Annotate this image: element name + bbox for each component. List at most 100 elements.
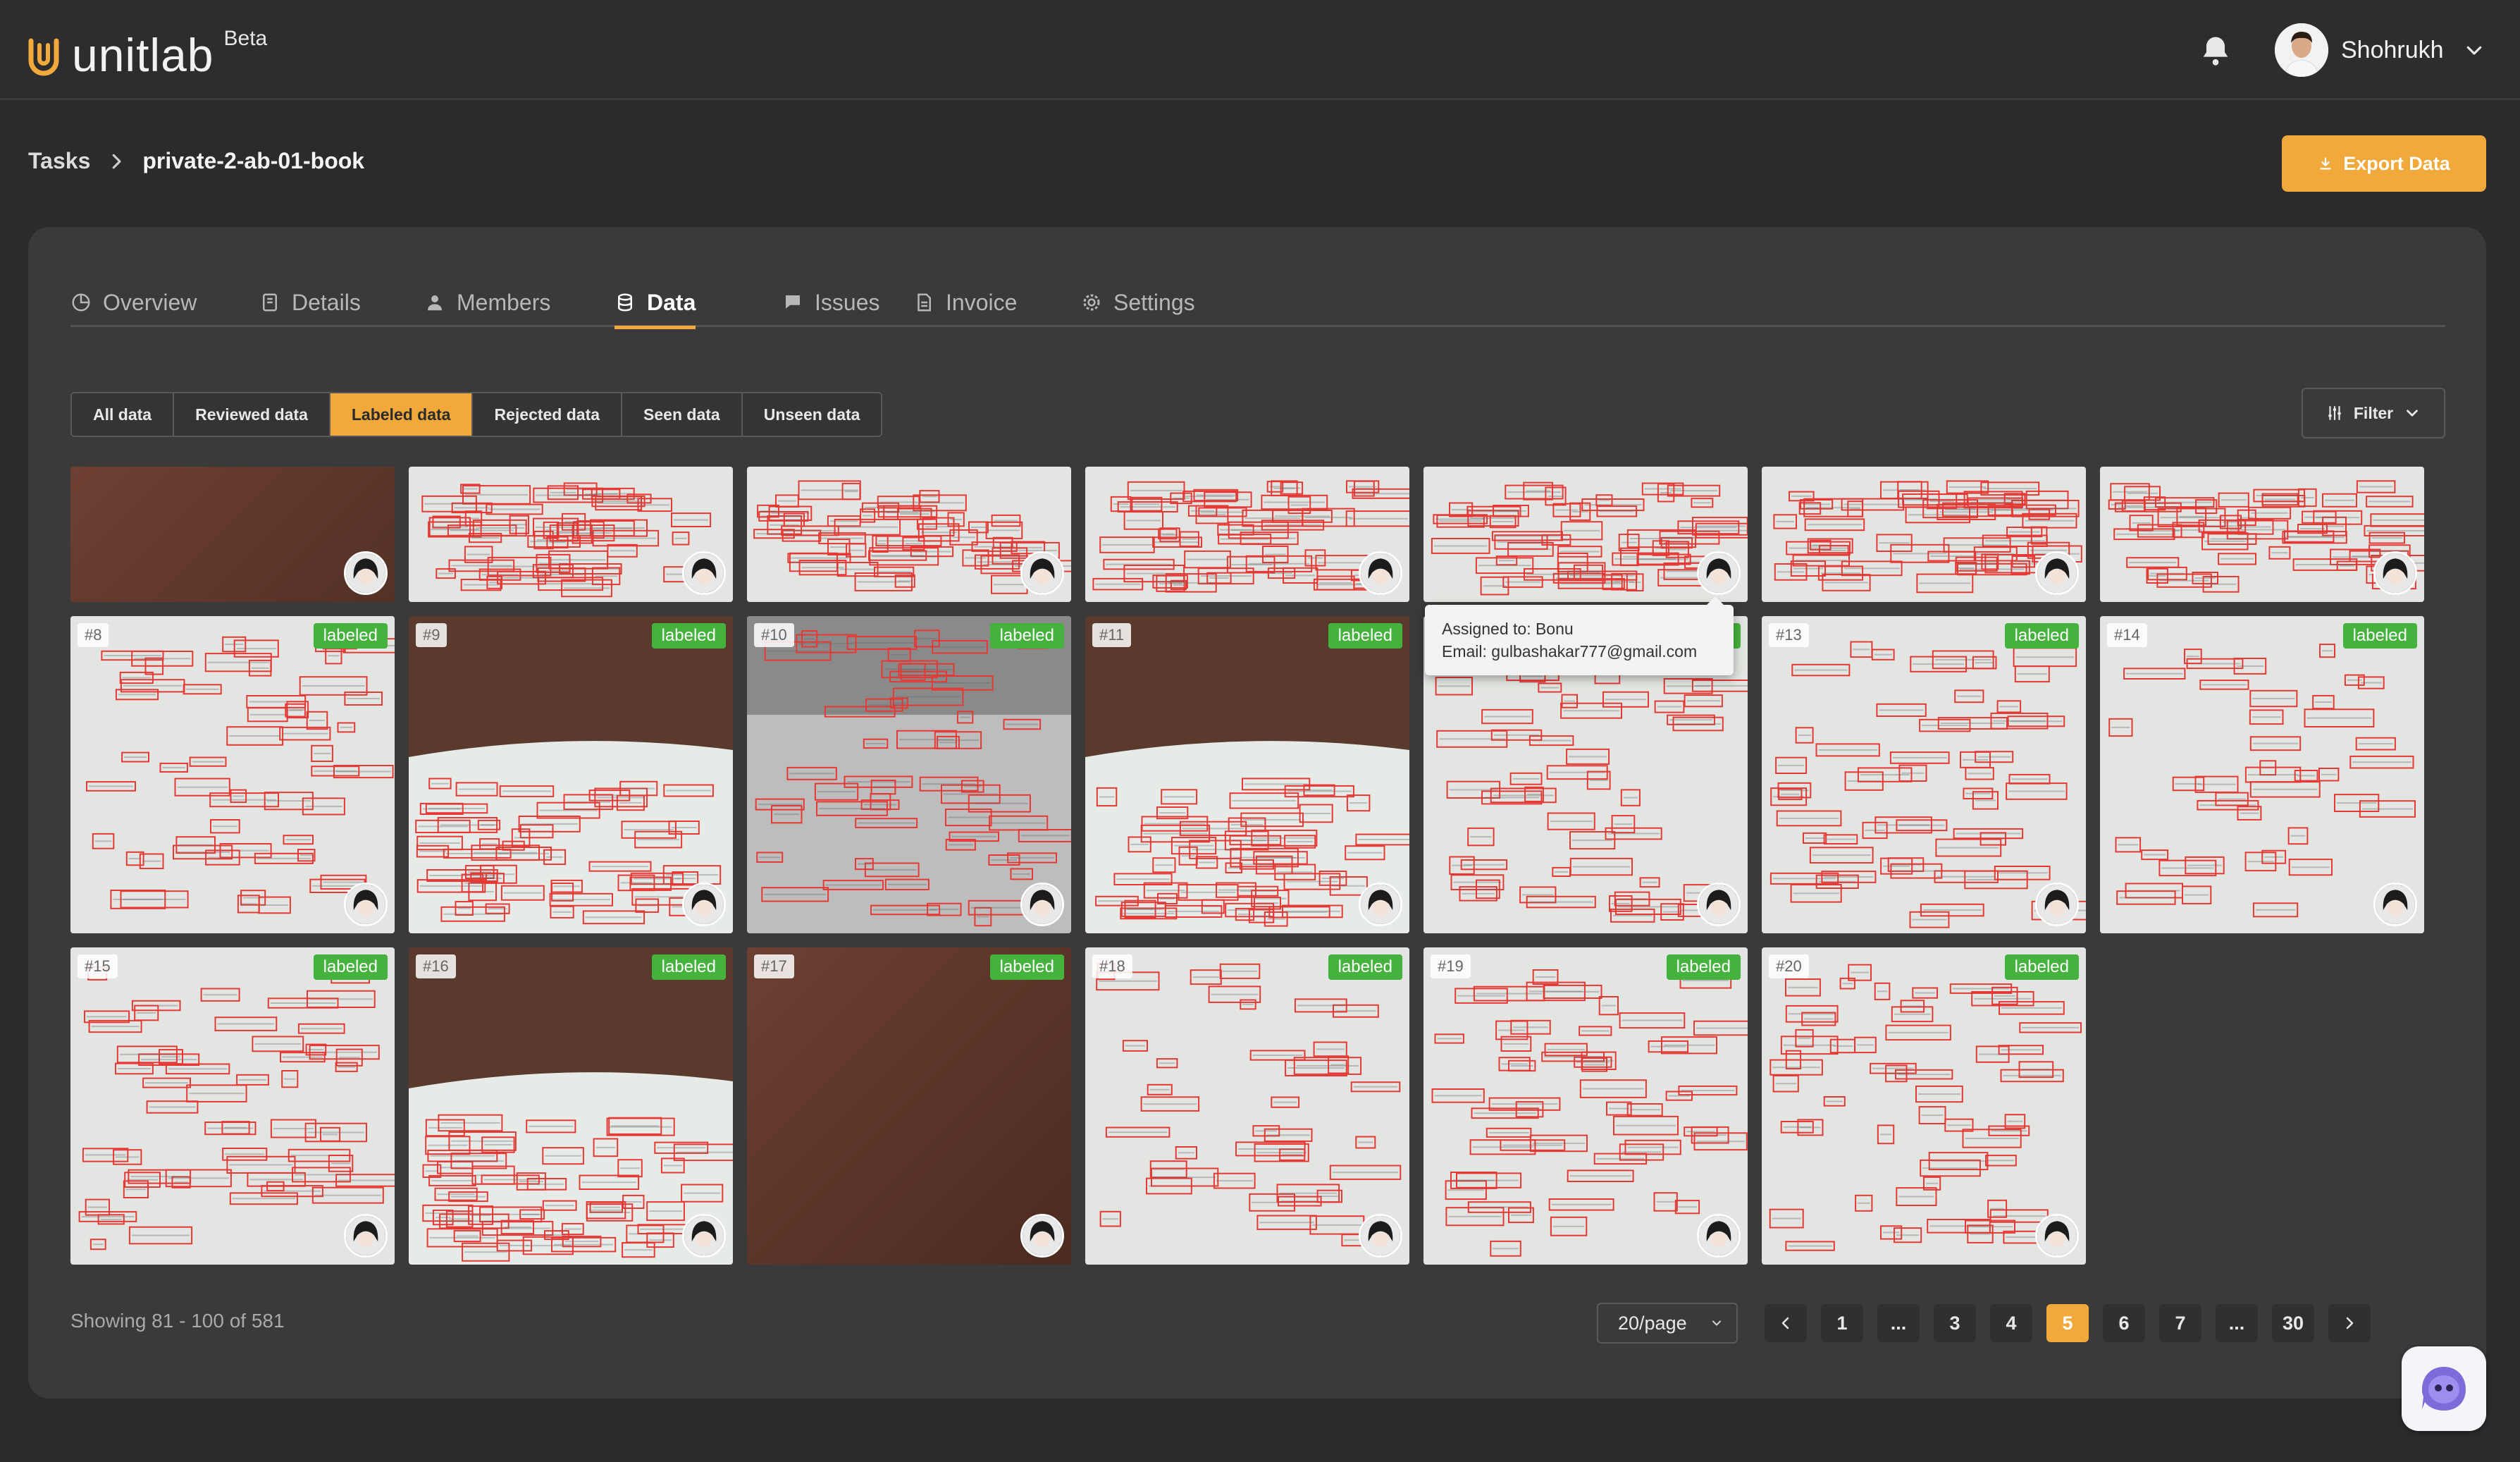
data-tile[interactable]: #14 labeled	[2100, 616, 2424, 933]
assignee-avatar[interactable]	[682, 1214, 726, 1258]
data-tile[interactable]: #10 labeled	[747, 616, 1071, 933]
assignee-avatar[interactable]	[2035, 883, 2079, 926]
download-icon	[2320, 157, 2331, 170]
data-tile[interactable]: #19 labeled	[1423, 947, 1748, 1265]
tooltip-email: Email: gulbashakar777@gmail.com	[1442, 642, 1698, 661]
assignee-avatar[interactable]	[2373, 883, 2417, 926]
filter-all-data[interactable]: All data	[72, 393, 175, 436]
assignee-avatar[interactable]	[1020, 551, 1064, 595]
data-tile[interactable]	[1423, 467, 1748, 602]
assignee-avatar[interactable]	[344, 1214, 388, 1258]
breadcrumb-tasks-link[interactable]: Tasks	[28, 148, 90, 174]
assignee-avatar[interactable]	[1697, 1214, 1741, 1258]
assignee-avatar[interactable]	[2035, 551, 2079, 595]
status-badge: labeled	[989, 954, 1064, 980]
chevron-down-icon	[2466, 46, 2481, 55]
data-tile[interactable]	[747, 467, 1071, 602]
data-tile[interactable]	[1762, 467, 2086, 602]
assignee-avatar[interactable]	[2373, 551, 2417, 595]
data-tile[interactable]: #17 labeled	[747, 947, 1071, 1265]
data-tile[interactable]: #18 labeled	[1085, 947, 1409, 1265]
assignee-avatar[interactable]	[2035, 1214, 2079, 1258]
data-tile[interactable]	[70, 467, 395, 602]
data-tile[interactable]: #20 labeled	[1762, 947, 2086, 1265]
tab-issues[interactable]: Issues	[782, 278, 879, 327]
filter-reviewed-data[interactable]: Reviewed data	[174, 393, 331, 436]
tile-image	[747, 616, 1071, 933]
status-badge: labeled	[1666, 954, 1741, 980]
tab-data[interactable]: Data	[614, 278, 696, 329]
showing-count: Showing 81 - 100 of 581	[70, 1310, 285, 1332]
data-tile[interactable]	[1085, 467, 1409, 602]
tile-image	[70, 947, 395, 1265]
pagination-ellipsis[interactable]: ...	[1877, 1304, 1920, 1342]
user-menu[interactable]: Shohrukh	[2275, 23, 2485, 77]
data-tile[interactable]: #9 labeled	[409, 616, 733, 933]
page-button-5[interactable]: 5	[2046, 1304, 2089, 1342]
filter-button[interactable]: Filter	[2302, 388, 2445, 438]
data-tile[interactable]: #13 labeled	[1762, 616, 2086, 933]
page-button-6[interactable]: 6	[2103, 1304, 2145, 1342]
prev-page-button[interactable]	[1765, 1304, 1807, 1342]
assignee-avatar[interactable]	[344, 551, 388, 595]
pagination-ellipsis[interactable]: ...	[2216, 1304, 2258, 1342]
tile-id-badge: #18	[1092, 954, 1132, 978]
assignee-avatar[interactable]	[344, 883, 388, 926]
tile-id-badge: #14	[2107, 623, 2147, 647]
tab-members[interactable]: Members	[424, 278, 550, 327]
tab-invoice-label: Invoice	[946, 289, 1018, 315]
tile-id-badge: #13	[1769, 623, 1809, 647]
next-page-button[interactable]	[2328, 1304, 2371, 1342]
assignee-avatar[interactable]	[1697, 551, 1741, 595]
bell-icon[interactable]	[2197, 32, 2234, 69]
page-button-7[interactable]: 7	[2159, 1304, 2201, 1342]
tab-details-label: Details	[292, 289, 361, 315]
tile-id-badge: #20	[1769, 954, 1809, 978]
assignee-avatar[interactable]	[1359, 551, 1402, 595]
status-badge: labeled	[2004, 954, 2079, 980]
tab-overview[interactable]: Overview	[70, 278, 197, 327]
assignee-avatar[interactable]	[1020, 1214, 1064, 1258]
filter-labeled-data[interactable]: Labeled data	[330, 393, 474, 436]
data-tile[interactable]: #11 labeled	[1085, 616, 1409, 933]
chat-support-button[interactable]	[2402, 1346, 2486, 1431]
logo[interactable]: unitlab Beta	[27, 27, 267, 83]
assignee-avatar[interactable]	[682, 883, 726, 926]
data-tile[interactable]: #16 labeled	[409, 947, 733, 1265]
assignee-avatar[interactable]	[1359, 883, 1402, 926]
tile-image	[1762, 947, 2086, 1265]
chevron-right-icon	[2346, 1317, 2354, 1329]
filter-unseen-data[interactable]: Unseen data	[742, 393, 882, 436]
breadcrumb-current: private-2-ab-01-book	[142, 148, 365, 173]
assignee-avatar[interactable]	[682, 551, 726, 595]
per-page-select[interactable]: 20/page	[1597, 1303, 1738, 1344]
export-data-button[interactable]: Export Data	[2282, 135, 2486, 192]
data-tile[interactable]: #15 labeled	[70, 947, 395, 1265]
filter-rejected-data[interactable]: Rejected data	[473, 393, 623, 436]
tab-invoice[interactable]: Invoice	[913, 278, 1017, 327]
filter-seen-data[interactable]: Seen data	[622, 393, 743, 436]
assignee-avatar[interactable]	[1359, 1214, 1402, 1258]
flag-icon	[786, 295, 800, 309]
tab-settings[interactable]: Settings	[1081, 278, 1195, 327]
filter-button-label: Filter	[2353, 403, 2394, 422]
page-button-4[interactable]: 4	[1990, 1304, 2032, 1342]
status-badge: labeled	[651, 954, 726, 980]
chevron-down-icon	[2407, 410, 2418, 417]
tile-id-badge: #11	[1092, 623, 1132, 647]
assignee-avatar[interactable]	[1697, 883, 1741, 926]
status-badge: labeled	[313, 623, 388, 649]
breadcrumb: Tasks private-2-ab-01-book	[28, 148, 364, 174]
data-tile[interactable]	[2100, 467, 2424, 602]
tile-id-badge: #15	[78, 954, 118, 978]
page-button-3[interactable]: 3	[1934, 1304, 1976, 1342]
top-bar: unitlab Beta Shohrukh	[0, 0, 2520, 100]
tab-details[interactable]: Details	[259, 278, 361, 327]
tile-id-badge: #8	[78, 623, 109, 647]
page-button-1[interactable]: 1	[1821, 1304, 1863, 1342]
data-tile[interactable]	[409, 467, 733, 602]
assignee-avatar[interactable]	[1020, 883, 1064, 926]
task-card: Overview Details Members Data Issues Inv…	[28, 227, 2486, 1399]
data-tile[interactable]: #8 labeled	[70, 616, 395, 933]
page-button-30[interactable]: 30	[2272, 1304, 2314, 1342]
